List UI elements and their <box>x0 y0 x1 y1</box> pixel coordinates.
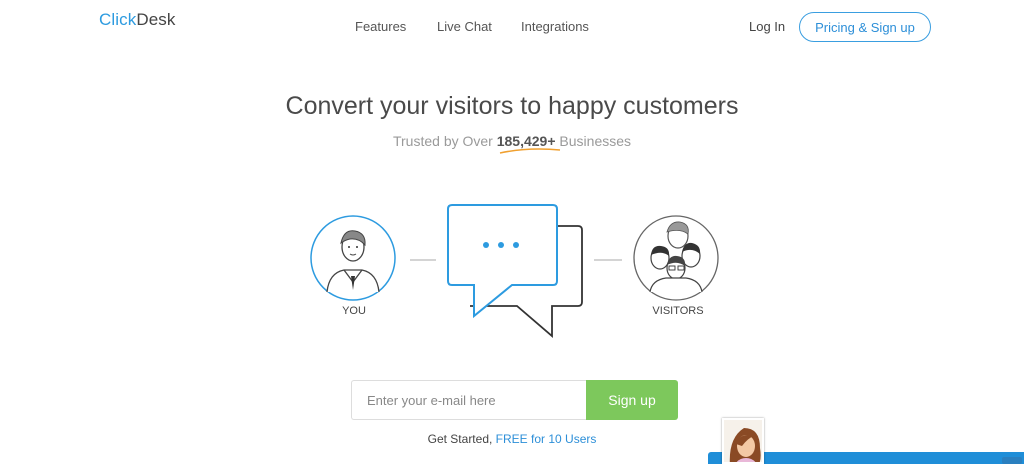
chat-agent-avatar[interactable] <box>722 418 764 464</box>
agent-avatar-icon <box>729 428 761 462</box>
chat-bar-handle[interactable] <box>1002 457 1022 464</box>
trusted-underline-swoosh <box>499 148 561 154</box>
trusted-suffix: Businesses <box>555 133 632 149</box>
logo-click: Click <box>99 10 137 29</box>
logo[interactable]: ClickDesk <box>99 10 175 30</box>
get-started-note: Get Started, FREE for 10 Users <box>0 432 1024 446</box>
email-input[interactable] <box>351 380 587 420</box>
chat-illustration <box>310 204 719 338</box>
you-avatar-icon <box>310 215 396 301</box>
signup-button[interactable]: Sign up <box>586 380 678 420</box>
chat-bubble-icon <box>447 204 558 319</box>
visitors-group-icon <box>633 215 719 301</box>
pricing-signup-button[interactable]: Pricing & Sign up <box>799 12 931 42</box>
nav-live-chat[interactable]: Live Chat <box>437 19 492 34</box>
hero-title: Convert your visitors to happy customers <box>285 92 739 120</box>
get-started-text: Get Started, <box>427 432 496 446</box>
nav-integrations[interactable]: Integrations <box>521 19 589 34</box>
logo-desk: Desk <box>136 10 176 29</box>
trusted-prefix: Trusted by Over <box>392 133 497 149</box>
login-link[interactable]: Log In <box>749 19 785 34</box>
you-label: YOU <box>342 305 366 317</box>
free-users-link[interactable]: FREE for 10 Users <box>496 432 597 446</box>
nav-features[interactable]: Features <box>355 19 406 34</box>
visitors-label: VISITORS <box>652 305 704 317</box>
